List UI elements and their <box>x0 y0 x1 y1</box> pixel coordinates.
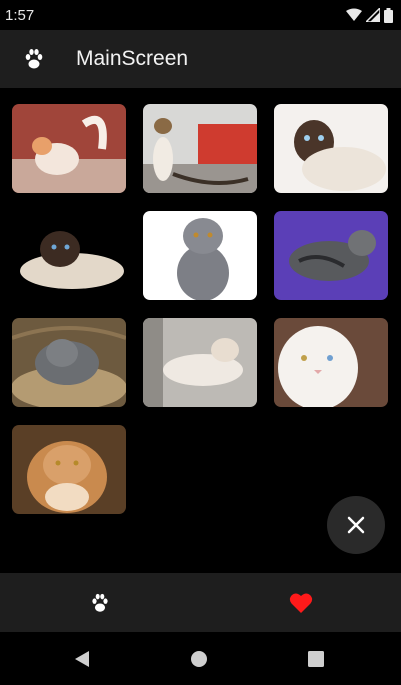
status-icons <box>346 7 393 23</box>
battery-icon <box>384 7 393 23</box>
app-bar: MainScreen <box>0 30 401 88</box>
wifi-icon <box>346 8 362 21</box>
nav-item-cats[interactable] <box>0 573 200 632</box>
heart-icon <box>289 592 313 613</box>
back-icon <box>75 651 89 667</box>
page-title: MainScreen <box>76 47 189 70</box>
home-button[interactable] <box>188 648 210 670</box>
cat-photo-6[interactable] <box>274 211 388 300</box>
status-time: 1:57 <box>5 7 35 24</box>
paw-icon <box>92 593 108 612</box>
close-icon <box>347 516 365 534</box>
cat-photo-4[interactable] <box>12 211 126 300</box>
recents-icon <box>308 651 324 667</box>
cat-photo-2[interactable] <box>143 104 257 193</box>
back-button[interactable] <box>71 648 93 670</box>
cat-photo-3[interactable] <box>274 104 388 193</box>
cat-photo-7[interactable] <box>12 318 126 407</box>
nav-item-favorites[interactable] <box>201 573 401 632</box>
recents-button[interactable] <box>305 648 327 670</box>
cat-photo-10[interactable] <box>12 425 126 514</box>
cat-photo-8[interactable] <box>143 318 257 407</box>
system-navigation-bar <box>0 632 401 685</box>
status-bar: 1:57 <box>0 0 401 30</box>
bottom-navigation <box>0 573 401 632</box>
signal-icon <box>366 8 380 22</box>
paw-icon <box>25 49 43 69</box>
cat-photo-5[interactable] <box>143 211 257 300</box>
cat-photo-9[interactable] <box>274 318 388 407</box>
cat-image-grid <box>12 104 388 514</box>
close-fab-button[interactable] <box>327 496 385 554</box>
home-icon <box>191 651 207 667</box>
cat-photo-1[interactable] <box>12 104 126 193</box>
